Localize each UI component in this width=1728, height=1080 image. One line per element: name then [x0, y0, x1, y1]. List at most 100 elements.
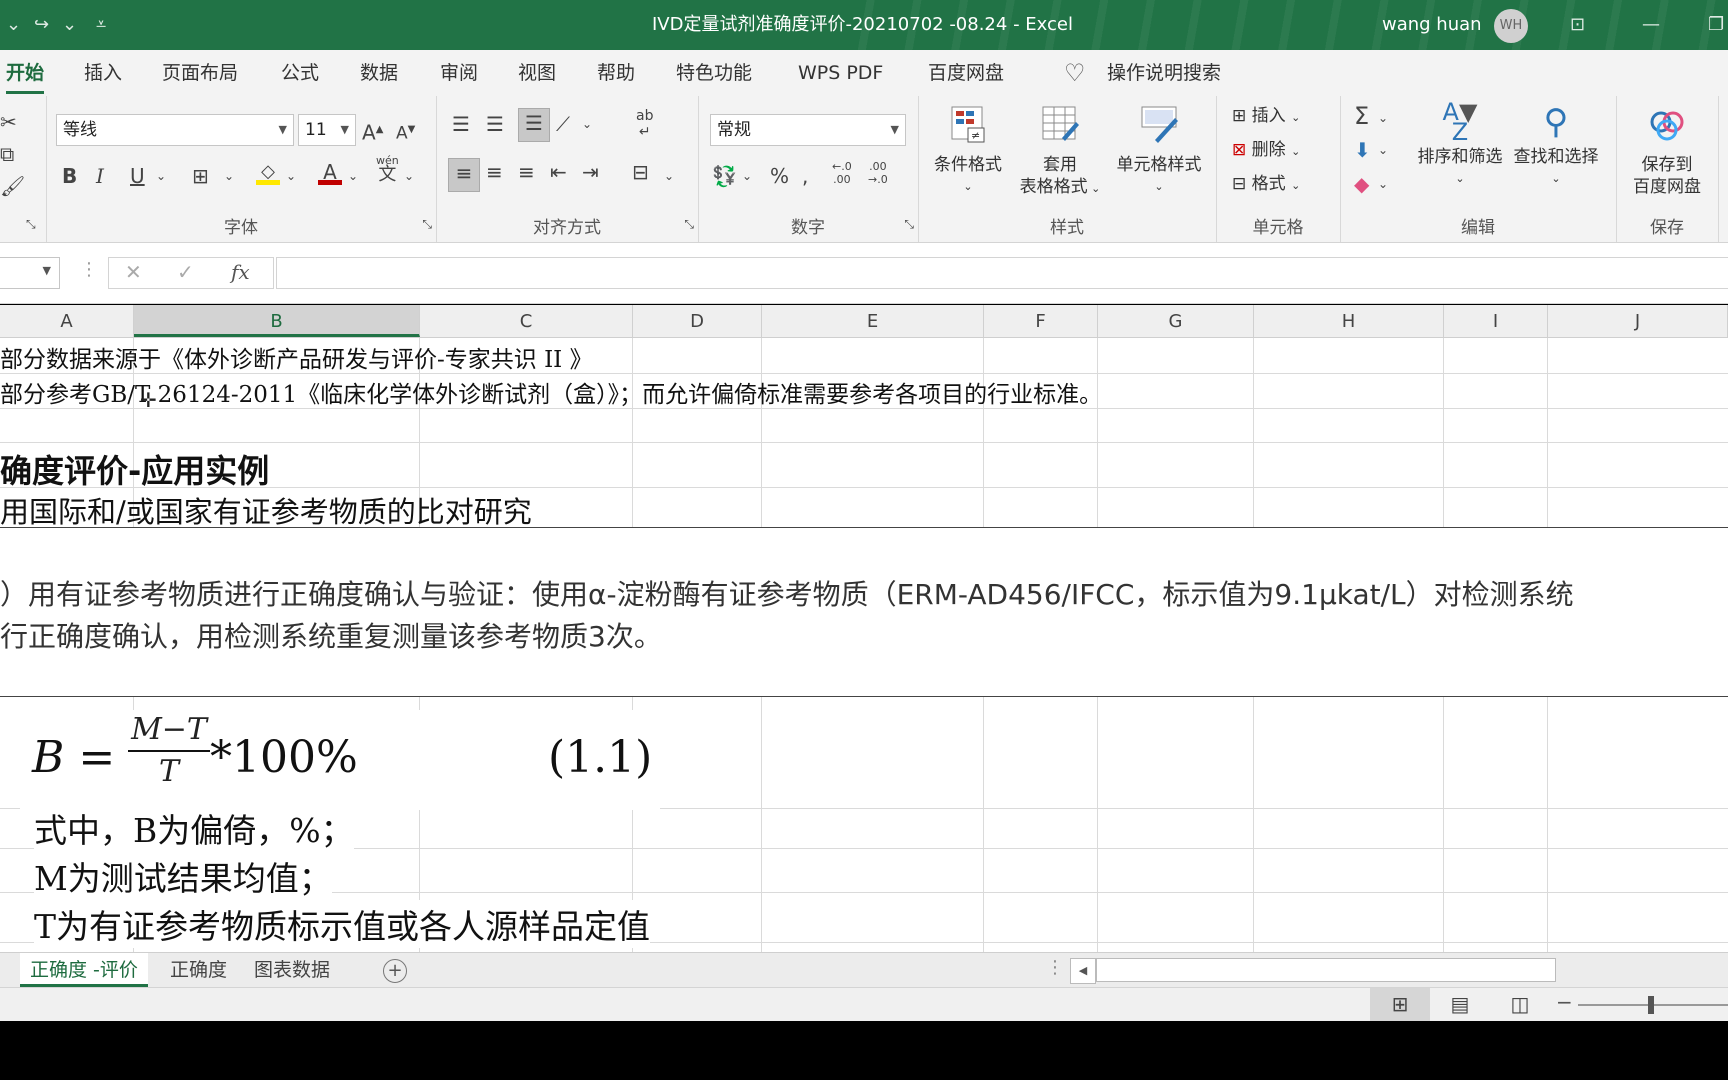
redo-icon[interactable]: ↪ — [34, 0, 49, 50]
page-layout-view-icon[interactable]: ▤ — [1440, 988, 1480, 1021]
underline-icon[interactable]: U — [130, 162, 145, 190]
tab-view[interactable]: 视图 — [518, 50, 556, 96]
copy-icon[interactable]: ⧉ — [0, 140, 14, 168]
conditional-formatting-button[interactable]: ≠ 条件格式 ⌄ — [928, 104, 1008, 198]
sheet-tab-accuracy-eval[interactable]: 正确度 -评价 — [20, 953, 148, 987]
worksheet-grid[interactable]: 部分数据来源于《体外诊断产品研发与评价-专家共识 II 》 部分参考GB/T 2… — [0, 338, 1728, 952]
column-header-d[interactable]: D — [633, 305, 762, 337]
font-size-combo[interactable]: 11 ▼ — [298, 114, 356, 146]
fill-color-icon[interactable]: ◇ — [256, 158, 280, 185]
cancel-icon[interactable]: ✕ — [125, 260, 142, 284]
format-painter-icon[interactable]: 🖌 — [0, 172, 25, 200]
alignment-launcher-icon[interactable]: ⤡ — [684, 210, 694, 238]
column-header-e[interactable]: E — [762, 305, 984, 337]
delete-cells-button[interactable]: ⊠ 删除 ⌄ — [1232, 136, 1300, 166]
orientation-dropdown-icon[interactable]: ⌄ — [582, 110, 592, 138]
align-left-icon[interactable]: ≡ — [448, 158, 480, 192]
user-name[interactable]: wang huan — [1382, 0, 1482, 50]
cell-styles-button[interactable]: 单元格样式 ⌄ — [1106, 104, 1212, 198]
tell-me-search[interactable]: 操作说明搜索 — [1107, 50, 1221, 96]
scroll-left-icon[interactable]: ◀ — [1070, 958, 1096, 984]
italic-icon[interactable]: I — [96, 162, 104, 190]
sheet-tab-accuracy[interactable]: 正确度 — [170, 953, 227, 987]
format-as-table-button[interactable]: 套用 表格格式 ⌄ — [1010, 104, 1110, 200]
merge-center-icon[interactable]: ⊟ — [632, 158, 649, 186]
bold-icon[interactable]: B — [62, 162, 77, 190]
insert-function-icon[interactable]: fx — [231, 260, 250, 284]
zoom-out-icon[interactable]: − — [1556, 990, 1573, 1014]
minimize-icon[interactable]: — — [1642, 0, 1660, 50]
formula-input[interactable] — [276, 257, 1728, 289]
sort-filter-button[interactable]: A▼ Z 排序和筛选 ⌄ — [1412, 100, 1508, 190]
formula-object[interactable]: B = M−T T *100% (1.1) — [20, 710, 660, 810]
autosum-dropdown-icon[interactable]: ⌄ — [1378, 104, 1388, 132]
font-color-icon[interactable]: A — [318, 158, 342, 185]
align-right-icon[interactable]: ≡ — [518, 158, 535, 186]
column-header-g[interactable]: G — [1098, 305, 1254, 337]
tab-home[interactable]: 开始 — [6, 50, 45, 96]
clear-dropdown-icon[interactable]: ⌄ — [1378, 170, 1388, 198]
borders-icon[interactable]: ⊞ — [192, 162, 209, 190]
clear-icon[interactable]: ◆ — [1354, 170, 1369, 198]
save-to-baidu-button[interactable]: 保存到 百度网盘 — [1618, 104, 1716, 198]
decrease-decimal-icon[interactable]: .00 →.0 — [868, 160, 888, 186]
fill-dropdown-icon[interactable]: ⌄ — [1378, 136, 1388, 164]
tab-insert[interactable]: 插入 — [84, 50, 122, 96]
tab-page-layout[interactable]: 页面布局 — [162, 50, 238, 96]
column-header-i[interactable]: I — [1444, 305, 1548, 337]
normal-view-icon[interactable]: ⊞ — [1370, 988, 1430, 1021]
merge-dropdown-icon[interactable]: ⌄ — [664, 162, 674, 190]
percent-style-icon[interactable]: % — [770, 162, 789, 190]
redo-dropdown-icon[interactable]: ⌄ — [62, 0, 77, 50]
column-header-j[interactable]: J — [1548, 305, 1728, 337]
enter-icon[interactable]: ✓ — [177, 260, 194, 284]
phonetic-guide-icon[interactable]: wén 文 — [376, 154, 399, 184]
cut-icon[interactable]: ✂ — [0, 108, 17, 136]
name-box[interactable]: ▼ — [0, 257, 60, 289]
tab-wps-pdf[interactable]: WPS PDF — [798, 50, 883, 96]
wrap-text-icon[interactable]: ab ↵ — [636, 108, 653, 140]
column-header-f[interactable]: F — [984, 305, 1098, 337]
customize-quick-access-icon[interactable]: ⩡ — [96, 0, 106, 50]
font-name-combo[interactable]: 等线 ▼ — [56, 114, 294, 146]
page-break-view-icon[interactable]: ◫ — [1500, 988, 1540, 1021]
tab-data[interactable]: 数据 — [360, 50, 398, 96]
avatar[interactable]: WH — [1494, 9, 1528, 43]
format-cells-button[interactable]: ⊟ 格式 ⌄ — [1232, 170, 1300, 200]
zoom-slider-thumb[interactable] — [1648, 996, 1654, 1014]
insert-cells-button[interactable]: ⊞ 插入 ⌄ — [1232, 102, 1300, 132]
tab-split-handle-icon[interactable]: ⋮ — [1046, 957, 1064, 978]
tab-help[interactable]: 帮助 — [597, 50, 635, 96]
orientation-icon[interactable]: ⟋ — [556, 110, 570, 138]
align-center-icon[interactable]: ≡ — [486, 158, 503, 186]
column-header-h[interactable]: H — [1254, 305, 1444, 337]
autosum-icon[interactable]: Σ — [1354, 102, 1369, 130]
increase-font-icon[interactable]: A▲ — [362, 116, 383, 147]
column-header-a[interactable]: A — [0, 305, 134, 337]
decrease-font-icon[interactable]: A▼ — [396, 116, 415, 148]
increase-decimal-icon[interactable]: ←.0.00 — [832, 160, 852, 186]
tab-formulas[interactable]: 公式 — [281, 50, 319, 96]
fill-color-dropdown-icon[interactable]: ⌄ — [286, 162, 296, 190]
underline-dropdown-icon[interactable]: ⌄ — [156, 162, 166, 190]
align-top-icon[interactable]: ☰ — [452, 110, 470, 138]
tab-baidu-netdisk[interactable]: 百度网盘 — [928, 50, 1004, 96]
tab-special[interactable]: 特色功能 — [676, 50, 752, 96]
column-header-b[interactable]: B — [134, 305, 420, 337]
increase-indent-icon[interactable]: ⇥ — [582, 158, 599, 186]
number-format-combo[interactable]: 常规 ▼ — [710, 114, 906, 146]
number-launcher-icon[interactable]: ⤡ — [904, 210, 914, 238]
column-header-c[interactable]: C — [420, 305, 633, 337]
tab-review[interactable]: 审阅 — [440, 50, 478, 96]
phonetic-dropdown-icon[interactable]: ⌄ — [404, 162, 414, 190]
fill-icon[interactable]: ⬇ — [1354, 136, 1371, 164]
comma-style-icon[interactable]: , — [802, 162, 808, 190]
find-select-button[interactable]: ⚲ 查找和选择 ⌄ — [1508, 102, 1604, 190]
ribbon-display-options-icon[interactable]: ⊡ — [1570, 0, 1585, 50]
add-sheet-icon[interactable]: + — [383, 959, 407, 983]
restore-icon[interactable]: ❐ — [1708, 0, 1724, 50]
align-middle-icon[interactable]: ☰ — [486, 110, 504, 138]
horizontal-scrollbar[interactable] — [1096, 958, 1556, 982]
accounting-dropdown-icon[interactable]: ⌄ — [742, 162, 752, 190]
accounting-format-icon[interactable]: 💱 — [712, 162, 737, 190]
